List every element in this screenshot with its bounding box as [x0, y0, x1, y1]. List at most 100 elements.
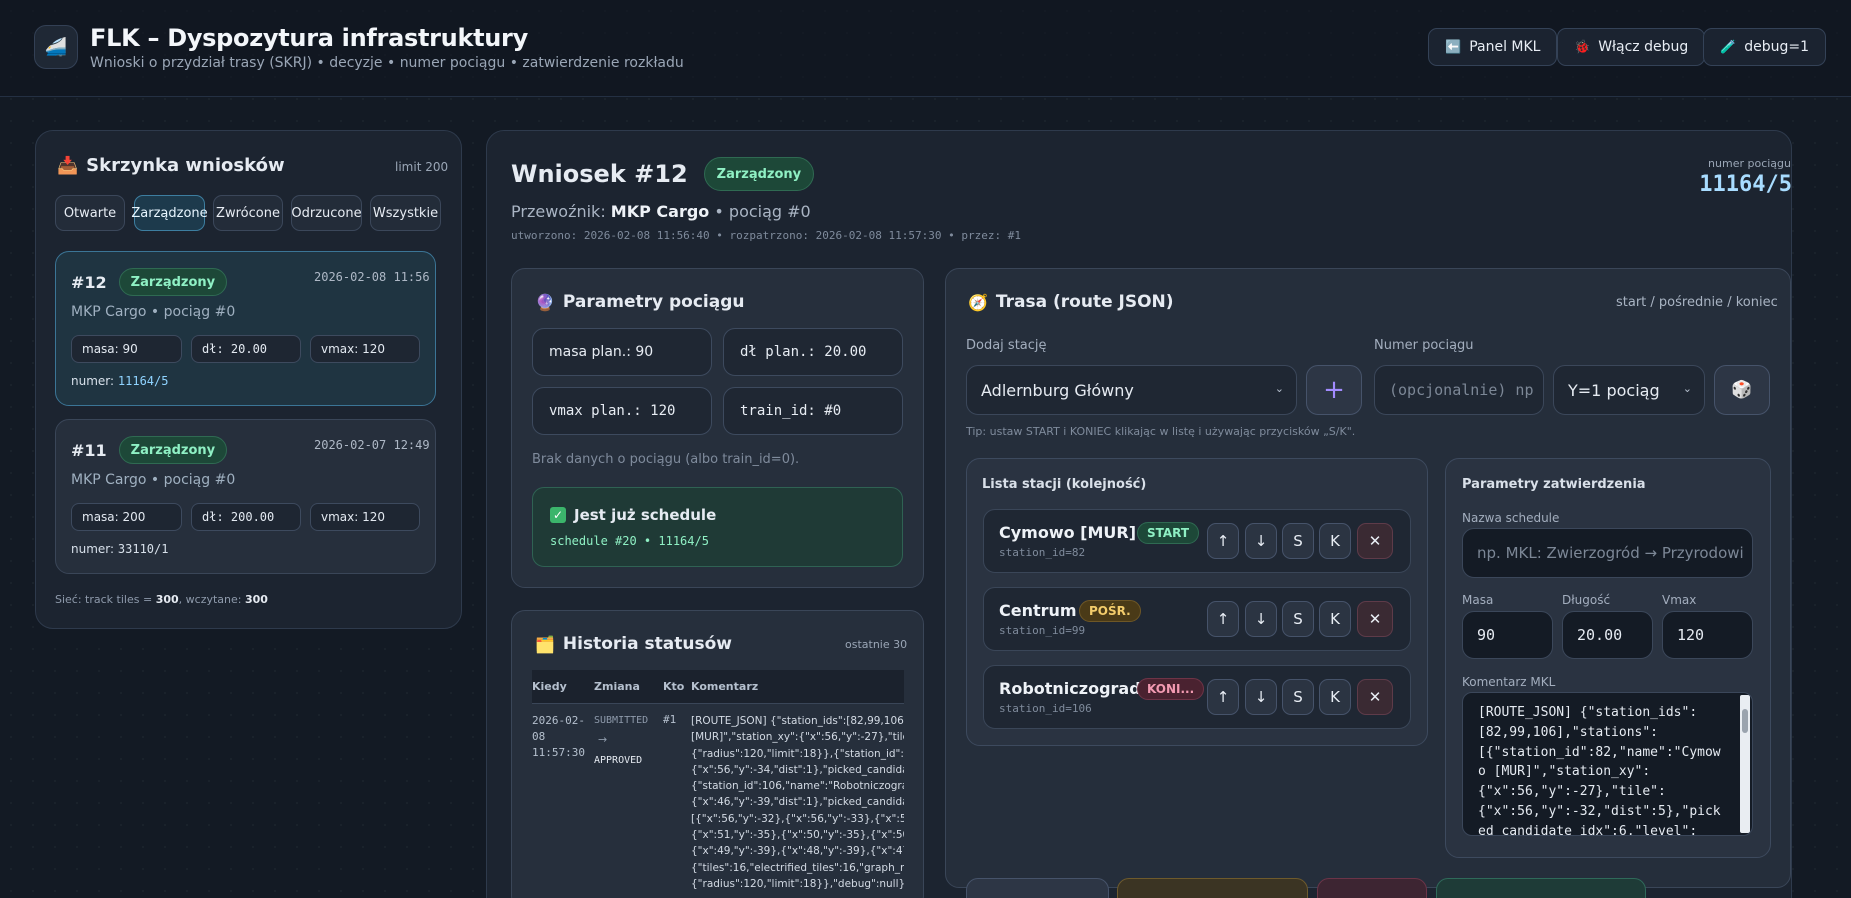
inbox-title: Skrzynka wniosków: [86, 155, 285, 176]
request-title: Wniosek #12: [511, 160, 688, 188]
col-comment: Komentarz: [691, 680, 759, 693]
action-button-4[interactable]: [1436, 878, 1646, 898]
move-down-button[interactable]: ↓: [1245, 679, 1277, 715]
request-header: Wniosek #12 Zarządzony: [511, 157, 815, 191]
tab-returned[interactable]: Zwrócone: [213, 195, 283, 231]
move-up-button[interactable]: ↑: [1207, 523, 1239, 559]
mass-input[interactable]: 90: [1462, 611, 1553, 659]
letter-k-icon: K: [1330, 610, 1340, 628]
arrow-down-icon: ↓: [1254, 532, 1268, 550]
top-bar: 🚄 FLK – Dyspozytura infrastruktury Wnios…: [0, 0, 1851, 97]
train-params-header: 🔮 Parametry pociągu: [535, 292, 745, 312]
add-station-button[interactable]: +: [1306, 365, 1362, 415]
route-hint: start / pośrednie / koniec: [1616, 295, 1778, 310]
inbox-icon: 📥: [57, 155, 79, 176]
comment-line: {"x":56,"y":-34,"dist":1},"picked_candid…: [691, 763, 904, 776]
add-station-select[interactable]: Adlernburg Główny ⌄: [966, 365, 1297, 415]
action-button-2[interactable]: [1117, 878, 1308, 898]
move-up-button[interactable]: ↑: [1207, 679, 1239, 715]
remove-station-button[interactable]: ✕: [1357, 679, 1393, 715]
train-icon: 🚄: [44, 36, 68, 58]
move-down-button[interactable]: ↓: [1245, 601, 1277, 637]
arrow-up-icon: ↑: [1216, 610, 1230, 628]
remove-station-button[interactable]: ✕: [1357, 523, 1393, 559]
network-status: Sieć: track tiles = 300, wczytane: 300: [55, 593, 268, 606]
app-title: FLK – Dyspozytura infrastruktury: [90, 24, 528, 52]
debug-param-button[interactable]: 🧪 debug=1: [1703, 28, 1826, 66]
compass-icon: 🧭: [968, 292, 988, 312]
comment-line: {"x":49,"y":-39},{"x":48,"y":-39},{"x":4…: [691, 845, 904, 858]
textarea-scrollbar[interactable]: [1740, 695, 1750, 833]
vmax-input[interactable]: 120: [1662, 611, 1753, 659]
station-id: station_id=99: [999, 624, 1086, 637]
set-start-button[interactable]: S: [1282, 601, 1314, 637]
move-down-button[interactable]: ↓: [1245, 523, 1277, 559]
status-badge: Zarządzony: [703, 157, 815, 191]
tab-rejected[interactable]: Odrzucone: [291, 195, 362, 231]
close-icon: ✕: [1368, 532, 1382, 550]
inbox-item-carrier: MKP Cargo • pociąg #0: [71, 472, 236, 488]
schedule-name-label: Nazwa schedule: [1462, 511, 1560, 525]
set-start-button[interactable]: S: [1282, 679, 1314, 715]
panel-mkl-button[interactable]: ⬅️ Panel MKL: [1428, 28, 1558, 66]
comment-line: {"station_id":106,"name":"Robotniczogra: [691, 780, 904, 793]
comment-line: {"radius":120,"limit":18}},"debug":null}: [691, 877, 904, 890]
history-comment: [ROUTE_JSON] {"station_ids":[82,99,106],…: [691, 713, 904, 892]
random-button[interactable]: 🎲: [1714, 365, 1770, 415]
comment-line: [ROUTE_JSON] {"station_ids":: [1478, 705, 1698, 720]
train-number-input[interactable]: (opcjonalnie) np: [1374, 365, 1544, 415]
scrollbar-thumb[interactable]: [1742, 709, 1748, 733]
comment-line: {"radius":120,"limit":18}},{"station_id"…: [691, 747, 904, 760]
set-end-button[interactable]: K: [1319, 523, 1351, 559]
inbox-limit: limit 200: [395, 160, 449, 174]
tab-managed[interactable]: Zarządzone: [131, 195, 208, 231]
plus-icon: +: [1323, 375, 1345, 405]
planned-vmax: vmax plan.: 120: [532, 387, 712, 435]
approval-title: Parametry zatwierdzenia: [1462, 477, 1646, 492]
length-chip: dł: 20.00: [191, 335, 301, 363]
remove-station-button[interactable]: ✕: [1357, 601, 1393, 637]
tab-open[interactable]: Otwarte: [55, 195, 125, 231]
chevron-down-icon: ⌄: [1682, 382, 1692, 395]
enable-debug-button[interactable]: 🐞 Włącz debug: [1557, 28, 1706, 66]
history-limit: ostatnie 30: [845, 638, 908, 651]
station-role-badge: KONI...: [1137, 678, 1205, 700]
station-name: Cymowo [MUR]: [999, 523, 1137, 542]
set-end-button[interactable]: K: [1319, 601, 1351, 637]
inbox-item-number: numer: 33110/1: [71, 542, 169, 556]
set-start-button[interactable]: S: [1282, 523, 1314, 559]
length-chip: dł: 200.00: [191, 503, 301, 531]
close-icon: ✕: [1368, 688, 1382, 706]
status-badge: Zarządzony: [118, 268, 228, 296]
comment-line: {"tiles":16,"electrified_tiles":16,"grap…: [691, 861, 904, 874]
length-label: Długość: [1562, 593, 1611, 607]
train-number-label: numer pociągu: [1708, 157, 1791, 170]
arrow-up-icon: ↑: [1216, 688, 1230, 706]
schedule-name-input[interactable]: np. MKL: Zwierzogród → Przyrodowi: [1462, 528, 1753, 578]
check-icon: ✓: [550, 507, 566, 523]
length-input[interactable]: 20.00: [1562, 611, 1653, 659]
y-select[interactable]: Y=1 pociąg ⌄: [1553, 365, 1705, 415]
arrow-down-icon: ↓: [1254, 610, 1268, 628]
inbox-item-carrier: MKP Cargo • pociąg #0: [71, 304, 236, 320]
station-list-title: Lista stacji (kolejność): [982, 477, 1147, 492]
action-button-1[interactable]: [966, 878, 1109, 898]
carrier-line: Przewoźnik: MKP Cargo • pociąg #0: [511, 202, 811, 221]
set-end-button[interactable]: K: [1319, 679, 1351, 715]
comment-textarea[interactable]: [ROUTE_JSON] {"station_ids": [82,99,106],…: [1462, 692, 1753, 836]
planned-length: dł plan.: 20.00: [723, 328, 903, 376]
action-button-3[interactable]: [1317, 878, 1427, 898]
schedule-exists-title: Jest już schedule: [574, 506, 717, 524]
move-up-button[interactable]: ↑: [1207, 601, 1239, 637]
tab-all[interactable]: Wszystkie: [370, 195, 441, 231]
station-id: station_id=106: [999, 702, 1092, 715]
vmax-chip: vmax: 120: [310, 503, 420, 531]
comment-line: [MUR]","station_xy":{"x":56,"y":-27},"ti…: [691, 731, 904, 744]
app-subtitle: Wnioski o przydział trasy (SKRJ) • decyz…: [90, 55, 684, 71]
arrow-left-icon: ⬅️: [1445, 39, 1462, 55]
schedule-exists-box: [532, 487, 903, 567]
comment-line: ed_candidate_idx":6,"level":: [1478, 823, 1698, 836]
inbox-item-11-header: #11 Zarządzony: [71, 436, 228, 464]
col-when: Kiedy: [532, 680, 567, 693]
station-role-badge: START: [1137, 522, 1200, 544]
